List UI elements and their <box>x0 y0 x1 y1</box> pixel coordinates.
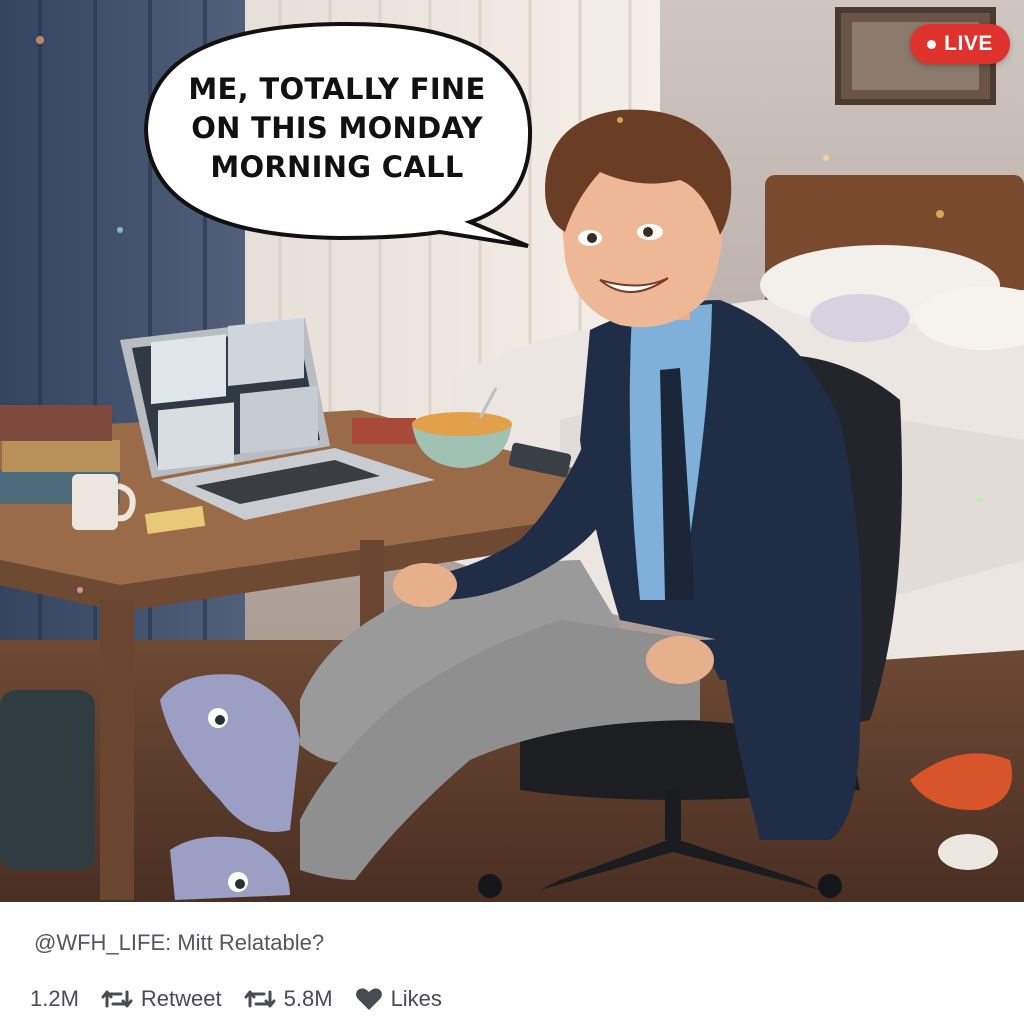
speech-line: ME, TOTALLY FINE <box>188 72 486 106</box>
retweet-label: Retweet <box>140 986 222 1011</box>
retweet-icon <box>101 990 133 1008</box>
retweet-icon <box>244 990 276 1008</box>
retweet-count: 5.8M <box>283 986 333 1011</box>
heart-icon <box>355 988 382 1010</box>
retweet-count-button[interactable]: 5.8M <box>244 986 333 1012</box>
likes-button[interactable]: Likes <box>355 986 442 1012</box>
speech-bubble-text: ME, TOTALLY FINE ON THIS MONDAY MORNING … <box>162 70 512 187</box>
social-post: ME, TOTALLY FINE ON THIS MONDAY MORNING … <box>0 0 1024 1024</box>
post-caption: @WFH_LIFE: Mitt Relatable? <box>34 930 325 955</box>
bag <box>0 690 95 870</box>
meme-illustration <box>0 0 1024 902</box>
live-dot-icon <box>927 39 937 49</box>
count-1: 1.2M <box>30 986 79 1011</box>
live-label: LIVE <box>944 32 993 55</box>
crumpled-paper <box>938 834 998 870</box>
meme-image[interactable]: ME, TOTALLY FINE ON THIS MONDAY MORNING … <box>0 0 1024 902</box>
speech-line: MORNING CALL <box>210 150 464 184</box>
likes-label: Likes <box>390 986 442 1011</box>
speech-line: ON THIS MONDAY <box>191 111 483 145</box>
live-badge: LIVE <box>910 24 1010 64</box>
retweet-button[interactable]: Retweet <box>101 986 222 1012</box>
action-bar: 1.2M Retweet 5.8M Likes <box>30 984 464 1014</box>
